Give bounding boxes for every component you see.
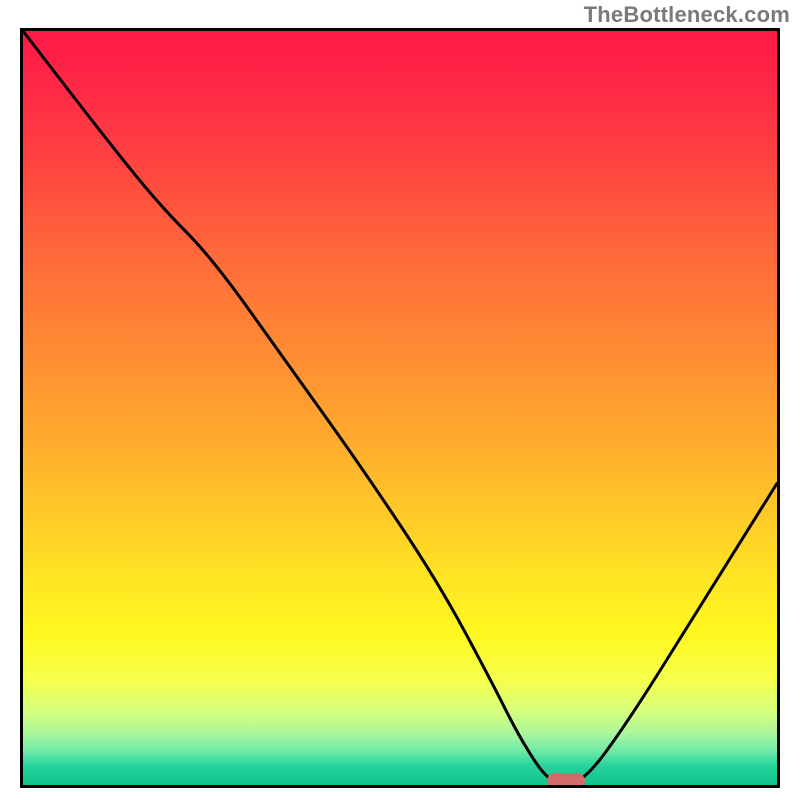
chart-container: TheBottleneck.com bbox=[0, 0, 800, 800]
bottleneck-curve bbox=[23, 31, 777, 785]
optimum-marker bbox=[547, 773, 585, 788]
plot-area bbox=[20, 28, 780, 788]
watermark-text: TheBottleneck.com bbox=[584, 2, 790, 28]
